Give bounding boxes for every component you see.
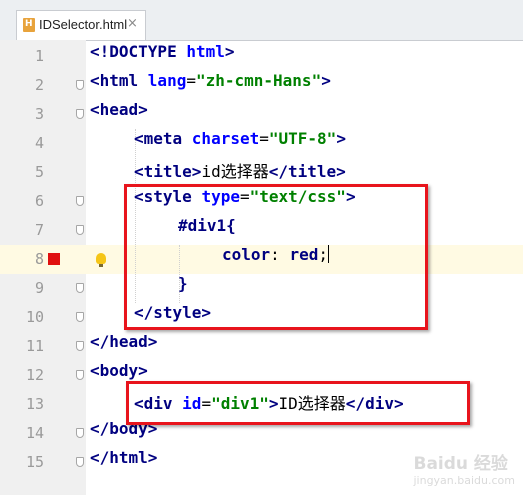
code-line-2[interactable]: <html lang="zh-cmn-Hans"> [90,71,331,100]
fold-icon[interactable] [76,370,84,380]
line-number: 14 [25,424,44,442]
div-element-highlight-box [126,381,470,425]
line-number: 5 [34,163,44,181]
tab-label: IDSelector.html [39,17,128,32]
code-line-1[interactable]: <!DOCTYPE html> [90,42,235,71]
code-line-4[interactable]: <meta charset="UTF-8"> [134,129,346,158]
code-line-11[interactable]: </head> [90,332,157,361]
gutter-line-current: 8 [0,245,86,274]
line-number: 3 [34,105,44,123]
gutter-line: 4 [0,129,86,158]
gutter-line: 3 [0,100,86,129]
code-line-5[interactable]: <title>id选择器</title> [134,158,346,187]
gutter-line: 10 [0,303,86,332]
gutter-line: 11 [0,332,86,361]
token: charset [191,129,260,148]
gutter-line: 5 [0,158,86,187]
code-line-3[interactable]: <head> [90,100,148,129]
fold-icon[interactable] [76,312,84,322]
line-number: 6 [34,192,44,210]
gutter-line: 13 [0,390,86,419]
close-icon[interactable]: × [127,16,138,31]
gutter-line: 1 [0,42,86,71]
fold-icon[interactable] [76,457,84,467]
line-number: 4 [34,134,44,152]
token: "zh-cmn-Hans" [195,71,322,90]
fold-icon[interactable] [76,196,84,206]
token: "UTF-8" [268,129,337,148]
token: <!DOCTYPE [90,42,187,61]
breakpoint-icon[interactable] [48,253,60,265]
line-number: 12 [25,366,44,384]
line-number: 10 [25,308,44,326]
line-number-gutter[interactable]: 1 2 3 4 5 6 7 8 9 10 11 12 13 14 15 [0,40,86,495]
html-file-icon [23,18,35,32]
token: id选择器 [201,162,269,181]
baidu-watermark: Baidu 经验 jingyan.baidu.com [413,449,515,487]
line-number: 7 [34,221,44,239]
token: <meta [134,129,192,148]
token: </html> [90,448,158,467]
gutter-line: 15 [0,448,86,477]
token: <body> [90,361,148,380]
line-number: 13 [25,395,44,413]
token: > [336,129,346,148]
fold-icon[interactable] [76,225,84,235]
code-line-15[interactable]: </html> [90,448,157,477]
token: > [224,42,235,61]
token: <head> [90,100,148,119]
token: <title> [134,162,202,181]
fold-icon[interactable] [76,428,84,438]
token: = [186,71,196,90]
gutter-line: 14 [0,419,86,448]
line-number: 15 [25,453,44,471]
watermark-title: Baidu 经验 [413,454,508,474]
tab-idselector[interactable]: IDSelector.html × [16,10,146,40]
fold-icon[interactable] [76,283,84,293]
line-number: 11 [25,337,44,355]
token: html [186,42,225,61]
gutter-line: 7 [0,216,86,245]
watermark-url: jingyan.baidu.com [413,474,515,487]
line-number: 9 [34,279,44,297]
token: </head> [90,332,158,351]
line-number: 1 [34,47,44,65]
gutter-line: 12 [0,361,86,390]
style-block-highlight-box [124,184,428,330]
gutter-line: 9 [0,274,86,303]
line-number: 2 [34,76,44,94]
token: </title> [268,162,346,181]
gutter-line: 2 [0,71,86,100]
fold-icon[interactable] [76,109,84,119]
fold-icon[interactable] [76,80,84,90]
gutter-line: 6 [0,187,86,216]
token: lang [147,71,187,90]
editor-tab-bar: IDSelector.html × [0,0,523,41]
fold-icon[interactable] [76,341,84,351]
lightbulb-icon[interactable] [96,253,106,267]
token: = [259,129,269,148]
line-number: 8 [34,250,44,268]
token: > [321,71,331,90]
token: <html [90,71,148,90]
